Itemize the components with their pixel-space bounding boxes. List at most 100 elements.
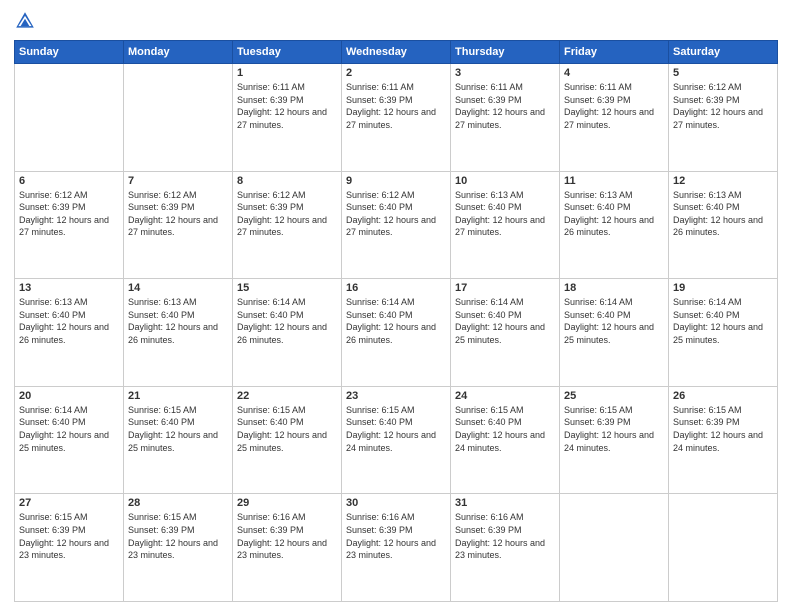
calendar-cell: 23 Sunrise: 6:15 AM Sunset: 6:40 PM Dayli…: [342, 386, 451, 494]
calendar-cell: 5 Sunrise: 6:12 AM Sunset: 6:39 PM Daylig…: [669, 64, 778, 172]
calendar-cell: 6Sunrise: 6:12 AM Sunset: 6:39 PM Daylig…: [15, 171, 124, 279]
calendar-cell: 14 Sunrise: 6:13 AM Sunset: 6:40 PM Dayli…: [124, 279, 233, 387]
day-number: 17: [455, 282, 555, 294]
calendar-cell: [15, 64, 124, 172]
day-info: Sunrise: 6:15 AM Sunset: 6:39 PM Dayligh…: [19, 511, 119, 561]
day-number: 13: [19, 282, 119, 294]
calendar-cell: [669, 494, 778, 602]
day-info: Sunrise: 6:13 AM Sunset: 6:40 PM Dayligh…: [673, 189, 773, 239]
day-number: 8: [237, 175, 337, 187]
day-info: Sunrise: 6:12 AM Sunset: 6:40 PM Dayligh…: [346, 189, 446, 239]
day-number: 31: [455, 497, 555, 509]
weekday-header-row: Sunday Monday Tuesday Wednesday Thursday…: [15, 41, 778, 64]
day-number: 1: [237, 67, 337, 79]
header-saturday: Saturday: [669, 41, 778, 64]
calendar-cell: 21 Sunrise: 6:15 AM Sunset: 6:40 PM Dayli…: [124, 386, 233, 494]
day-number: 23: [346, 390, 446, 402]
calendar-cell: 11Sunrise: 6:13 AM Sunset: 6:40 PM Dayli…: [560, 171, 669, 279]
day-number: 4: [564, 67, 664, 79]
day-info: Sunrise: 6:12 AM Sunset: 6:39 PM Dayligh…: [673, 81, 773, 131]
calendar-cell: 16Sunrise: 6:14 AM Sunset: 6:40 PM Dayli…: [342, 279, 451, 387]
day-info: Sunrise: 6:13 AM Sunset: 6:40 PM Dayligh…: [19, 296, 119, 346]
day-info: Sunrise: 6:11 AM Sunset: 6:39 PM Dayligh…: [455, 81, 555, 131]
header-monday: Monday: [124, 41, 233, 64]
day-info: Sunrise: 6:12 AM Sunset: 6:39 PM Dayligh…: [237, 189, 337, 239]
header-friday: Friday: [560, 41, 669, 64]
day-info: Sunrise: 6:15 AM Sunset: 6:40 PM Dayligh…: [455, 404, 555, 454]
calendar-cell: 28 Sunrise: 6:15 AM Sunset: 6:39 PM Dayli…: [124, 494, 233, 602]
day-number: 27: [19, 497, 119, 509]
day-number: 11: [564, 175, 664, 187]
calendar-cell: 26 Sunrise: 6:15 AM Sunset: 6:39 PM Dayli…: [669, 386, 778, 494]
day-info: Sunrise: 6:16 AM Sunset: 6:39 PM Dayligh…: [237, 511, 337, 561]
day-info: Sunrise: 6:14 AM Sunset: 6:40 PM Dayligh…: [673, 296, 773, 346]
day-number: 26: [673, 390, 773, 402]
calendar-week-row: 13 Sunrise: 6:13 AM Sunset: 6:40 PM Dayli…: [15, 279, 778, 387]
calendar-cell: 9 Sunrise: 6:12 AM Sunset: 6:40 PM Daylig…: [342, 171, 451, 279]
day-info: Sunrise: 6:13 AM Sunset: 6:40 PM Dayligh…: [455, 189, 555, 239]
header-wednesday: Wednesday: [342, 41, 451, 64]
calendar-cell: 17 Sunrise: 6:14 AM Sunset: 6:40 PM Dayli…: [451, 279, 560, 387]
calendar-cell: 3Sunrise: 6:11 AM Sunset: 6:39 PM Daylig…: [451, 64, 560, 172]
calendar-week-row: 6 Sunrise: 6:12 AM Sunset: 6:39 PM Daylig…: [15, 171, 778, 279]
day-number: 28: [128, 497, 228, 509]
calendar-cell: 2Sunrise: 6:11 AM Sunset: 6:39 PM Daylig…: [342, 64, 451, 172]
calendar-week-row: 1 Sunrise: 6:11 AM Sunset: 6:39 PM Daylig…: [15, 64, 778, 172]
page: Sunday Monday Tuesday Wednesday Thursday…: [0, 0, 792, 612]
calendar-cell: 22 Sunrise: 6:15 AM Sunset: 6:40 PM Dayli…: [233, 386, 342, 494]
day-info: Sunrise: 6:12 AM Sunset: 6:39 PM Dayligh…: [128, 189, 228, 239]
calendar-cell: 1 Sunrise: 6:11 AM Sunset: 6:39 PM Daylig…: [233, 64, 342, 172]
day-number: 10: [455, 175, 555, 187]
calendar-cell: 27 Sunrise: 6:15 AM Sunset: 6:39 PM Dayli…: [15, 494, 124, 602]
day-number: 9: [346, 175, 446, 187]
day-info: Sunrise: 6:14 AM Sunset: 6:40 PM Dayligh…: [237, 296, 337, 346]
day-number: 29: [237, 497, 337, 509]
calendar-cell: 25Sunrise: 6:15 AM Sunset: 6:39 PM Dayli…: [560, 386, 669, 494]
calendar-cell: 19 Sunrise: 6:14 AM Sunset: 6:40 PM Dayli…: [669, 279, 778, 387]
day-number: 25: [564, 390, 664, 402]
day-info: Sunrise: 6:16 AM Sunset: 6:39 PM Dayligh…: [346, 511, 446, 561]
day-number: 5: [673, 67, 773, 79]
day-number: 24: [455, 390, 555, 402]
day-number: 16: [346, 282, 446, 294]
day-info: Sunrise: 6:14 AM Sunset: 6:40 PM Dayligh…: [19, 404, 119, 454]
calendar-cell: 18 Sunrise: 6:14 AM Sunset: 6:40 PM Dayli…: [560, 279, 669, 387]
calendar-table: Sunday Monday Tuesday Wednesday Thursday…: [14, 40, 778, 602]
day-info: Sunrise: 6:16 AM Sunset: 6:39 PM Dayligh…: [455, 511, 555, 561]
day-info: Sunrise: 6:15 AM Sunset: 6:40 PM Dayligh…: [346, 404, 446, 454]
day-info: Sunrise: 6:11 AM Sunset: 6:39 PM Dayligh…: [346, 81, 446, 131]
day-info: Sunrise: 6:11 AM Sunset: 6:39 PM Dayligh…: [237, 81, 337, 131]
calendar-cell: 8 Sunrise: 6:12 AM Sunset: 6:39 PM Daylig…: [233, 171, 342, 279]
calendar-cell: [124, 64, 233, 172]
header-tuesday: Tuesday: [233, 41, 342, 64]
logo-icon: [14, 10, 36, 32]
day-info: Sunrise: 6:14 AM Sunset: 6:40 PM Dayligh…: [455, 296, 555, 346]
day-number: 22: [237, 390, 337, 402]
day-number: 6: [19, 175, 119, 187]
day-number: 21: [128, 390, 228, 402]
day-number: 30: [346, 497, 446, 509]
calendar-cell: 10 Sunrise: 6:13 AM Sunset: 6:40 PM Dayli…: [451, 171, 560, 279]
day-number: 14: [128, 282, 228, 294]
day-info: Sunrise: 6:15 AM Sunset: 6:40 PM Dayligh…: [237, 404, 337, 454]
calendar-cell: [560, 494, 669, 602]
day-info: Sunrise: 6:11 AM Sunset: 6:39 PM Dayligh…: [564, 81, 664, 131]
calendar-cell: 7Sunrise: 6:12 AM Sunset: 6:39 PM Daylig…: [124, 171, 233, 279]
day-number: 18: [564, 282, 664, 294]
header-thursday: Thursday: [451, 41, 560, 64]
day-number: 20: [19, 390, 119, 402]
calendar-cell: 30 Sunrise: 6:16 AM Sunset: 6:39 PM Dayli…: [342, 494, 451, 602]
calendar-week-row: 20 Sunrise: 6:14 AM Sunset: 6:40 PM Dayli…: [15, 386, 778, 494]
day-info: Sunrise: 6:15 AM Sunset: 6:39 PM Dayligh…: [128, 511, 228, 561]
day-number: 19: [673, 282, 773, 294]
calendar-cell: 4 Sunrise: 6:11 AM Sunset: 6:39 PM Daylig…: [560, 64, 669, 172]
calendar-cell: 20 Sunrise: 6:14 AM Sunset: 6:40 PM Dayli…: [15, 386, 124, 494]
calendar-cell: 24 Sunrise: 6:15 AM Sunset: 6:40 PM Dayli…: [451, 386, 560, 494]
calendar-week-row: 27 Sunrise: 6:15 AM Sunset: 6:39 PM Dayli…: [15, 494, 778, 602]
calendar-cell: 15Sunrise: 6:14 AM Sunset: 6:40 PM Dayli…: [233, 279, 342, 387]
day-info: Sunrise: 6:15 AM Sunset: 6:39 PM Dayligh…: [673, 404, 773, 454]
day-info: Sunrise: 6:13 AM Sunset: 6:40 PM Dayligh…: [128, 296, 228, 346]
day-info: Sunrise: 6:15 AM Sunset: 6:40 PM Dayligh…: [128, 404, 228, 454]
day-info: Sunrise: 6:14 AM Sunset: 6:40 PM Dayligh…: [564, 296, 664, 346]
calendar-cell: 29 Sunrise: 6:16 AM Sunset: 6:39 PM Dayli…: [233, 494, 342, 602]
